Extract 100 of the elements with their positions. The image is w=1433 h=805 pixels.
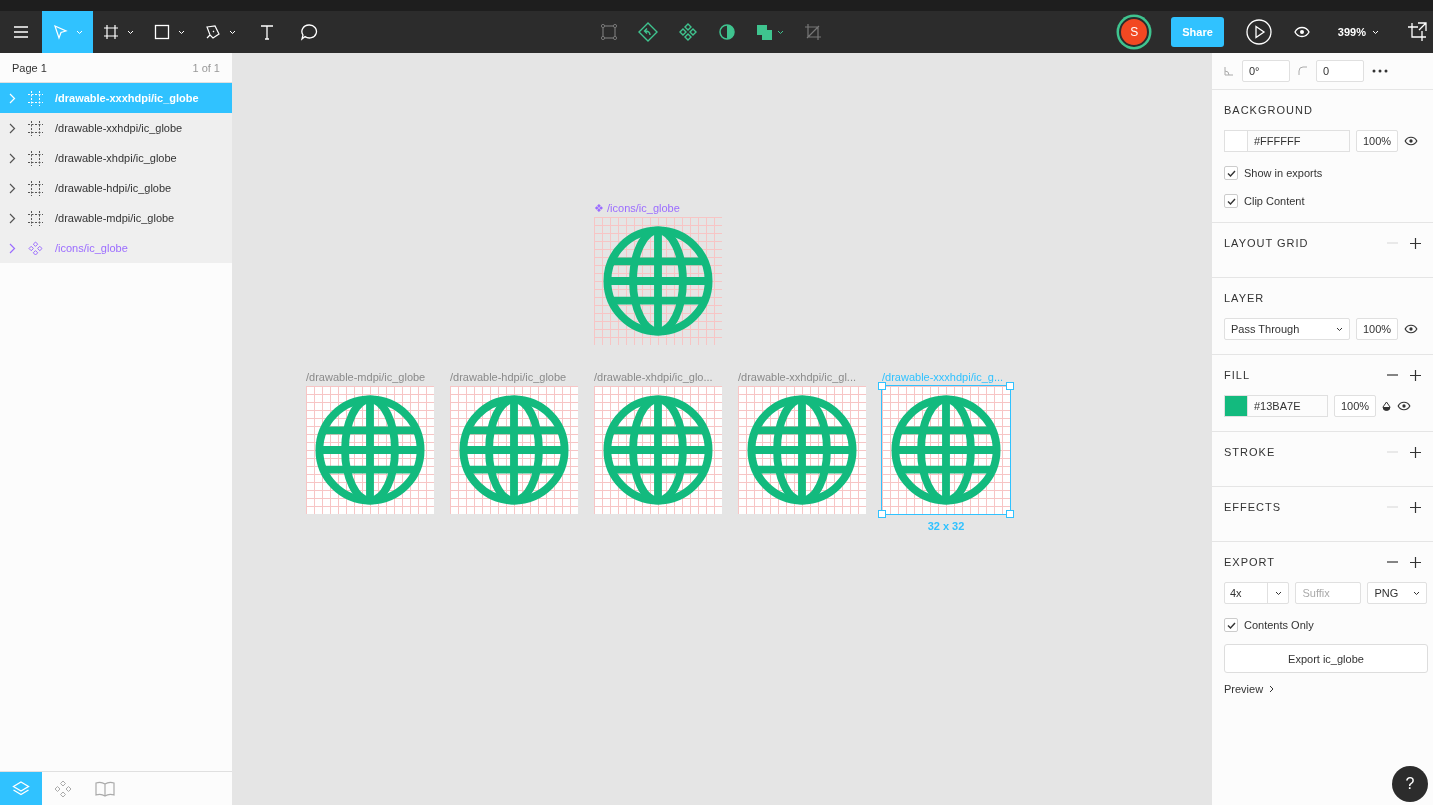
caret-icon <box>127 29 134 35</box>
radius-field[interactable]: 0 <box>1316 60 1364 82</box>
checkbox-label: Show in exports <box>1244 167 1323 179</box>
color-field[interactable]: #FFFFFF <box>1224 130 1350 152</box>
globe-icon <box>745 393 859 507</box>
corner-radius-icon <box>1298 66 1308 76</box>
frame-icon <box>28 90 43 106</box>
section-title: LAYER <box>1224 292 1265 304</box>
play-icon[interactable] <box>1245 19 1272 45</box>
user-avatar[interactable]: S <box>1119 17 1150 47</box>
checkbox[interactable] <box>1224 194 1238 208</box>
chevron-right-icon[interactable] <box>9 152 16 164</box>
globe-icon <box>601 224 715 338</box>
section-title: EFFECTS <box>1224 501 1282 513</box>
chevron-right-icon[interactable] <box>9 122 16 134</box>
frame-corners-icon <box>600 23 618 41</box>
component-icon <box>678 22 698 42</box>
caret-icon <box>76 29 83 35</box>
section-title: BACKGROUND <box>1224 104 1313 116</box>
frame-icon <box>28 150 43 166</box>
frame-icon <box>28 180 43 196</box>
component-icon <box>54 779 72 798</box>
boolean-button[interactable] <box>756 23 784 41</box>
plus-icon[interactable] <box>1410 501 1421 513</box>
half-circle-icon <box>718 23 736 41</box>
checkbox[interactable] <box>1224 166 1238 180</box>
comment-icon <box>300 23 318 41</box>
checkbox-label: Clip Content <box>1244 195 1305 207</box>
caret-icon <box>1336 326 1343 332</box>
opacity-field[interactable]: 100% <box>1356 130 1398 152</box>
resize-frame-icon[interactable] <box>1407 22 1427 42</box>
caret-icon <box>1274 590 1282 596</box>
color-swatch[interactable] <box>1225 396 1248 416</box>
globe-icon <box>313 393 427 507</box>
color-field[interactable]: #13BA7E <box>1224 395 1328 417</box>
section-title: FILL <box>1224 369 1250 381</box>
plus-icon[interactable] <box>1410 556 1421 568</box>
eye-icon[interactable] <box>1404 324 1418 334</box>
resize-handle[interactable] <box>878 382 886 390</box>
zoom-dropdown[interactable]: 399% <box>1331 25 1385 39</box>
help-button[interactable]: ? <box>1392 766 1428 802</box>
suffix-field[interactable]: Suffix <box>1295 582 1362 604</box>
frame-icon <box>28 210 43 226</box>
mask-button[interactable] <box>718 23 736 41</box>
angle-icon <box>1224 66 1234 76</box>
layer-item[interactable]: /drawable-hdpi/ic_globe <box>0 173 232 203</box>
blend-mode-dropdown[interactable]: Pass Through <box>1224 318 1350 340</box>
frame-icon <box>28 120 43 136</box>
caret-icon <box>229 29 236 35</box>
caret-icon <box>178 29 185 35</box>
book-icon <box>95 780 115 797</box>
export-button[interactable]: Export ic_globe <box>1224 644 1428 673</box>
checkbox-label: Contents Only <box>1244 619 1314 631</box>
section-title: EXPORT <box>1224 556 1276 568</box>
section-title: LAYOUT GRID <box>1224 237 1309 249</box>
opacity-field[interactable]: 100% <box>1356 318 1398 340</box>
frame-icon <box>103 24 119 40</box>
size-label: 32 x 32 <box>926 520 966 532</box>
layer-item[interactable]: /drawable-mdpi/ic_globe <box>0 203 232 233</box>
pen-icon <box>205 24 221 40</box>
globe-icon <box>601 393 715 507</box>
cursor-icon <box>52 24 68 40</box>
opacity-field[interactable]: 100% <box>1334 395 1376 417</box>
preview-toggle[interactable]: Preview <box>1224 683 1427 695</box>
plus-icon[interactable] <box>1410 446 1421 458</box>
rotation-field[interactable]: 0° <box>1242 60 1290 82</box>
more-icon[interactable] <box>1372 69 1388 73</box>
resize-handle[interactable] <box>878 510 886 518</box>
globe-icon <box>457 393 571 507</box>
chevron-right-icon[interactable] <box>9 242 16 254</box>
layers-icon <box>12 780 30 797</box>
rectangle-icon <box>154 24 170 40</box>
drop-icon[interactable] <box>1382 400 1391 412</box>
scale-dropdown[interactable]: 4x <box>1224 582 1290 604</box>
resize-handle[interactable] <box>1006 510 1014 518</box>
chevron-right-icon <box>1269 685 1275 693</box>
globe-icon <box>889 393 1003 507</box>
caret-icon <box>1372 29 1379 35</box>
plus-icon[interactable] <box>1410 237 1421 249</box>
chevron-right-icon[interactable] <box>9 182 16 194</box>
layer-item[interactable]: /drawable-xhdpi/ic_globe <box>0 143 232 173</box>
chevron-right-icon[interactable] <box>9 212 16 224</box>
return-arrow-icon <box>638 22 658 42</box>
page-count: 1 of 1 <box>192 61 220 74</box>
resize-handle[interactable] <box>1006 382 1014 390</box>
component-button[interactable] <box>678 22 698 42</box>
layer-item[interactable]: /drawable-xxhdpi/ic_globe <box>0 113 232 143</box>
section-title: STROKE <box>1224 446 1276 458</box>
eye-icon[interactable] <box>1397 401 1411 411</box>
overlapping-squares-icon <box>756 23 784 41</box>
component-icon <box>28 240 43 256</box>
page-name[interactable]: Page 1 <box>12 61 47 74</box>
component-back-button[interactable] <box>638 22 658 42</box>
eye-icon[interactable] <box>1404 136 1418 146</box>
text-tool-icon <box>259 24 275 40</box>
plus-icon[interactable] <box>1410 369 1421 381</box>
crop-icon <box>804 23 822 41</box>
checkbox[interactable] <box>1224 618 1238 632</box>
caret-icon <box>1413 590 1420 596</box>
format-dropdown[interactable]: PNG <box>1367 582 1427 604</box>
